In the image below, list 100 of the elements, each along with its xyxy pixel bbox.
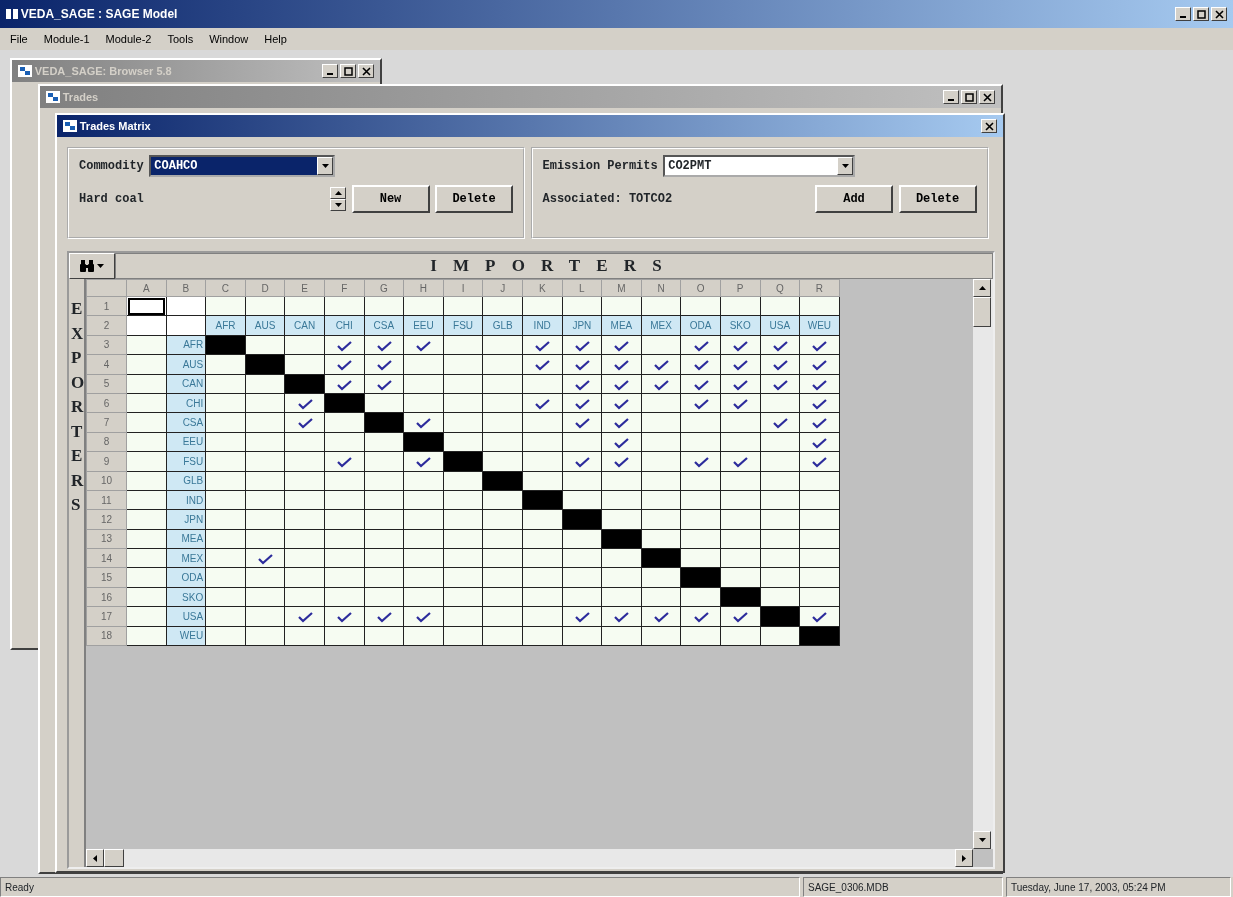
check-icon <box>732 339 749 352</box>
vertical-scrollbar[interactable] <box>973 279 993 849</box>
field-label: Emission Permits <box>542 158 658 175</box>
maximize-button[interactable] <box>1193 7 1209 21</box>
menu-item[interactable]: Module-1 <box>37 30 96 48</box>
right-arrow-icon <box>962 854 966 862</box>
column-header[interactable]: M <box>601 279 642 297</box>
close-button[interactable] <box>358 64 374 78</box>
minimize-button[interactable] <box>1175 7 1191 21</box>
field-label: Commodity <box>79 158 144 175</box>
column-header[interactable]: O <box>680 279 721 297</box>
column-header[interactable]: I <box>443 279 483 297</box>
row-header[interactable]: 9 <box>86 451 127 471</box>
check-icon <box>336 378 353 391</box>
check-icon <box>771 417 788 430</box>
find-button[interactable] <box>69 253 115 279</box>
row-header[interactable]: 8 <box>86 432 127 452</box>
menu-item[interactable]: Help <box>258 30 293 48</box>
row-header[interactable]: 14 <box>86 548 127 568</box>
minimize-button[interactable] <box>322 64 338 78</box>
horizontal-scrollbar[interactable] <box>86 849 973 867</box>
menu-item[interactable]: Window <box>203 30 255 48</box>
check-icon <box>653 378 669 391</box>
window-title: Trades Matrix <box>79 118 151 134</box>
check-icon <box>336 456 353 469</box>
menu-item[interactable]: Tools <box>161 30 200 48</box>
check-icon <box>811 611 828 624</box>
check-icon <box>653 611 669 624</box>
check-icon <box>415 339 432 352</box>
row-header[interactable]: 2 <box>86 315 127 336</box>
check-icon <box>692 359 709 372</box>
window-icon <box>46 91 60 103</box>
column-header[interactable]: D <box>245 279 285 297</box>
row-header[interactable]: 6 <box>86 393 127 413</box>
window-title: Trades <box>62 89 99 105</box>
column-header[interactable]: B <box>166 279 206 297</box>
check-icon <box>613 378 630 391</box>
check-icon <box>336 611 353 624</box>
row-header[interactable]: 5 <box>86 374 127 394</box>
close-button[interactable] <box>1211 7 1227 21</box>
spin-button[interactable] <box>330 187 346 211</box>
row-header[interactable]: 18 <box>86 626 127 646</box>
dropdown[interactable]: COAHCO <box>149 155 336 177</box>
maximize-icon <box>343 66 353 76</box>
column-header[interactable]: C <box>205 279 246 297</box>
close-button[interactable] <box>981 119 997 133</box>
scroll-thumb[interactable] <box>973 297 991 327</box>
column-header[interactable]: G <box>364 279 404 297</box>
check-icon <box>336 339 353 352</box>
button[interactable]: Add <box>815 185 893 213</box>
column-header[interactable]: L <box>562 279 602 297</box>
row-header[interactable]: 4 <box>86 354 127 375</box>
row-header[interactable]: 1 <box>86 296 127 316</box>
row-header[interactable]: 16 <box>86 587 127 607</box>
row-header[interactable]: 15 <box>86 567 127 588</box>
check-icon <box>534 359 551 372</box>
column-header[interactable]: A <box>126 279 167 297</box>
column-header[interactable]: E <box>284 279 325 297</box>
check-icon <box>415 611 432 624</box>
button[interactable]: New <box>351 185 430 213</box>
row-header[interactable]: 17 <box>86 606 127 627</box>
row-header[interactable]: 11 <box>86 490 127 510</box>
check-icon <box>534 339 551 352</box>
column-header[interactable]: P <box>720 279 760 297</box>
check-icon <box>296 417 313 430</box>
column-header[interactable]: H <box>403 279 444 297</box>
column-header[interactable]: F <box>324 279 365 297</box>
close-icon <box>982 92 992 102</box>
close-icon <box>984 121 994 131</box>
menu-item[interactable]: Module-2 <box>99 30 158 48</box>
button[interactable]: Delete <box>898 185 977 213</box>
button[interactable]: Delete <box>435 185 513 213</box>
window-title: VEDA_SAGE : SAGE Model <box>20 6 178 23</box>
status-text: SAGE_0306.MDB <box>803 877 1003 897</box>
dropdown[interactable]: CO2PMT <box>663 155 856 177</box>
column-header[interactable]: J <box>482 279 523 297</box>
close-button[interactable] <box>979 90 995 104</box>
check-icon <box>732 611 749 624</box>
close-icon <box>1214 9 1224 19</box>
dropdown-arrow-icon <box>321 164 329 168</box>
column-header[interactable]: K <box>522 279 563 297</box>
scroll-thumb[interactable] <box>104 849 124 867</box>
row-header[interactable]: 7 <box>86 412 127 433</box>
minimize-icon <box>1180 16 1186 18</box>
maximize-button[interactable] <box>961 90 977 104</box>
column-header[interactable]: Q <box>760 279 800 297</box>
row-header[interactable]: 12 <box>86 509 127 530</box>
minimize-icon <box>327 73 333 75</box>
check-icon <box>692 611 709 624</box>
check-icon <box>811 456 828 469</box>
maximize-button[interactable] <box>340 64 356 78</box>
row-header[interactable]: 10 <box>86 471 127 491</box>
row-header[interactable]: 13 <box>86 529 127 549</box>
row-header[interactable]: 3 <box>86 335 127 355</box>
check-icon <box>653 359 669 372</box>
menu-item[interactable]: File <box>4 30 34 48</box>
check-icon <box>811 339 828 352</box>
minimize-button[interactable] <box>943 90 959 104</box>
column-header[interactable]: R <box>799 279 840 297</box>
column-header[interactable]: N <box>641 279 681 297</box>
